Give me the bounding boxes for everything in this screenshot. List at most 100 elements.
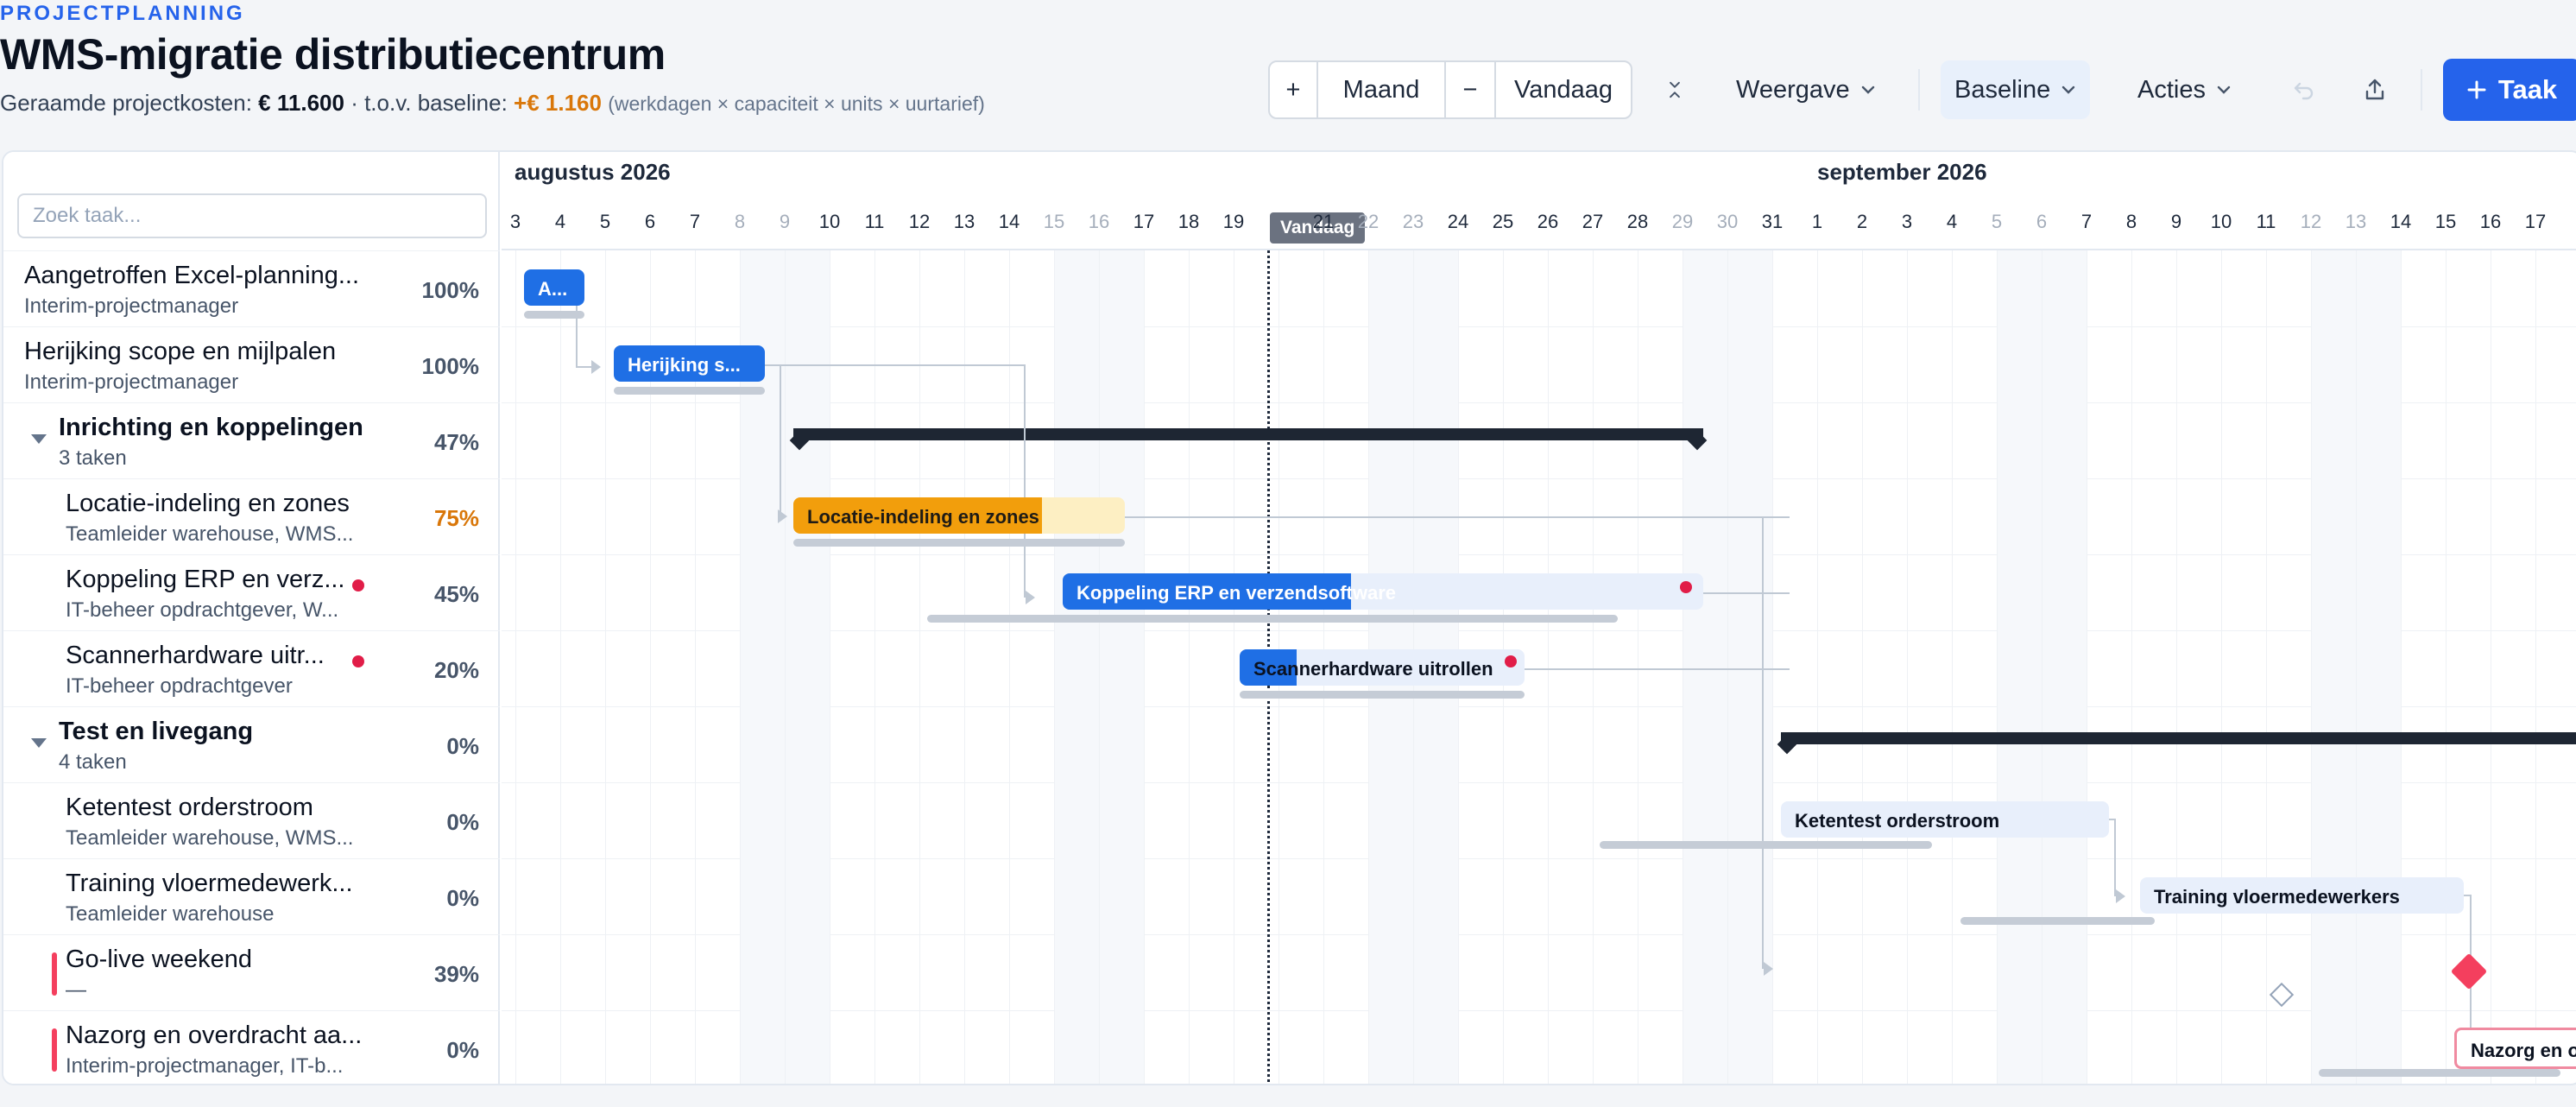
eyebrow-label: PROJECTPLANNING [0, 2, 245, 25]
task-row[interactable]: Locatie-indeling en zones Teamleider war… [3, 478, 500, 554]
grid-column [1817, 250, 1862, 1084]
task-owner: Teamleider warehouse, WMS... [66, 826, 354, 850]
task-bar-label: Scannerhardware uitrollen [1253, 658, 1493, 680]
task-bar[interactable]: Nazorg en o [2454, 1028, 2576, 1069]
task-progress: 100% [421, 277, 480, 303]
task-group-row[interactable]: Test en livegang 4 taken 0% [3, 706, 500, 782]
export-button[interactable] [2350, 60, 2400, 119]
group-count: 3 taken [59, 446, 127, 470]
task-row[interactable]: Herijking scope en mijlpalen Interim-pro… [3, 326, 500, 402]
task-row[interactable]: Ketentest orderstroom Teamleider warehou… [3, 782, 500, 858]
day-label: 7 [689, 211, 701, 232]
zoom-out-button[interactable]: − [1446, 62, 1496, 117]
day-label: 24 [1447, 211, 1469, 232]
day-label: 19 [1222, 211, 1245, 232]
scale-select[interactable]: Maand [1318, 62, 1446, 117]
group-progress: 0% [446, 733, 479, 759]
task-progress: 0% [446, 885, 479, 911]
task-row[interactable]: Training vloermedewerk... Teamleider war… [3, 858, 500, 934]
summary-bar[interactable] [1781, 732, 2576, 744]
add-task-label: Taak [2497, 74, 2558, 104]
export-icon [2365, 79, 2384, 100]
task-progress: 100% [421, 353, 480, 379]
day-label: 13 [2345, 211, 2367, 232]
day-label: 5 [1991, 211, 2003, 232]
task-row[interactable]: Nazorg en overdracht aa... Interim-proje… [3, 1010, 500, 1084]
grid-column [874, 250, 919, 1084]
grid-column [2221, 250, 2266, 1084]
zoom-in-button[interactable]: + [1270, 62, 1318, 117]
baseline-menu-button[interactable]: Baseline [1941, 60, 2091, 119]
formula-note: (werkdagen × capaciteit × units × uurtar… [608, 92, 985, 115]
group-progress: 47% [433, 429, 479, 455]
grid-column [2266, 250, 2311, 1084]
day-label: 7 [2080, 211, 2093, 232]
grid-column [2131, 250, 2176, 1084]
collapse-button[interactable] [1653, 60, 1696, 119]
collapse-caret-icon[interactable] [31, 434, 47, 444]
day-label: 6 [2036, 211, 2048, 232]
group-count: 4 taken [59, 750, 127, 774]
group-name: Inrichting en koppelingen [59, 414, 363, 441]
critical-flag-icon [52, 1028, 57, 1072]
day-label: 26 [1537, 211, 1559, 232]
day-label: 23 [1402, 211, 1424, 232]
collapse-caret-icon[interactable] [31, 738, 47, 748]
task-name: Nazorg en overdracht aa... [66, 1022, 363, 1049]
task-row[interactable]: Aangetroffen Excel-planning... Interim-p… [3, 250, 500, 326]
view-menu-button[interactable]: Weergave [1722, 60, 1890, 119]
task-owner: Interim-projectmanager [24, 370, 239, 394]
risk-indicator-icon [352, 579, 364, 591]
task-bar[interactable]: Herijking s... [614, 345, 765, 382]
task-row[interactable]: Koppeling ERP en verz... IT-beheer opdra… [3, 554, 500, 630]
risk-indicator-icon [1680, 581, 1692, 593]
task-progress: 45% [433, 581, 479, 607]
baseline-menu-label: Baseline [1954, 75, 2051, 104]
task-bar[interactable]: Scannerhardware uitrollen [1240, 649, 1525, 686]
grid-column [1054, 250, 1099, 1084]
day-label: 4 [1946, 211, 1958, 232]
grid-column [2401, 250, 2446, 1084]
task-row[interactable]: Scannerhardware uitr... IT-beheer opdrac… [3, 630, 500, 706]
task-name: Herijking scope en mijlpalen [24, 338, 337, 365]
grid-column [2087, 250, 2131, 1084]
actions-menu-label: Acties [2137, 75, 2206, 104]
grid-column [515, 250, 560, 1084]
task-bar-label: Nazorg en o [2471, 1040, 2576, 1061]
task-progress: 39% [433, 961, 479, 987]
grid-column [1099, 250, 1144, 1084]
collapse-icon [1670, 81, 1680, 98]
task-bar[interactable]: Locatie-indeling en zones [793, 497, 1125, 534]
day-label: 17 [2524, 211, 2547, 232]
task-bar[interactable]: A... [524, 269, 584, 306]
cost-value: € 11.600 [258, 90, 344, 116]
day-label: 16 [2479, 211, 2502, 232]
day-label: 9 [779, 211, 791, 232]
task-bar[interactable]: Koppeling ERP en verzendsoftware [1063, 573, 1703, 610]
day-label: 15 [1043, 211, 1065, 232]
task-name: Aangetroffen Excel-planning... [24, 262, 360, 289]
month-label: augustus 2026 [515, 159, 671, 185]
day-label: 30 [1716, 211, 1739, 232]
task-group-row[interactable]: Inrichting en koppelingen 3 taken 47% [3, 402, 500, 478]
grid-column [1907, 250, 1952, 1084]
task-bar[interactable]: Ketentest orderstroom [1781, 801, 2109, 838]
summary-bar[interactable] [793, 428, 1703, 440]
gantt-timeline: augustus 2026 september 2026 Vandaag A..… [502, 152, 2576, 1084]
search-input[interactable] [17, 193, 487, 238]
task-row[interactable]: Go-live weekend — 39% [3, 934, 500, 1010]
task-name: Scannerhardware uitr... [66, 642, 325, 669]
zoom-control-group: + Maand − Vandaag [1268, 60, 1632, 119]
grid-column [785, 250, 830, 1084]
add-task-button[interactable]: Taak [2443, 59, 2576, 121]
undo-button[interactable] [2279, 60, 2329, 119]
task-bar[interactable]: Training vloermedewerkers [2140, 877, 2464, 914]
page-title: WMS-migratie distributiecentrum [0, 30, 666, 79]
baseline-label: · t.o.v. baseline: [350, 90, 508, 116]
task-bar-label: A... [538, 278, 568, 300]
actions-menu-button[interactable]: Acties [2124, 60, 2245, 119]
grid-column [1144, 250, 1189, 1084]
task-owner: Interim-projectmanager, IT-b... [66, 1054, 344, 1078]
day-label: 12 [2300, 211, 2322, 232]
today-button[interactable]: Vandaag [1496, 62, 1631, 117]
